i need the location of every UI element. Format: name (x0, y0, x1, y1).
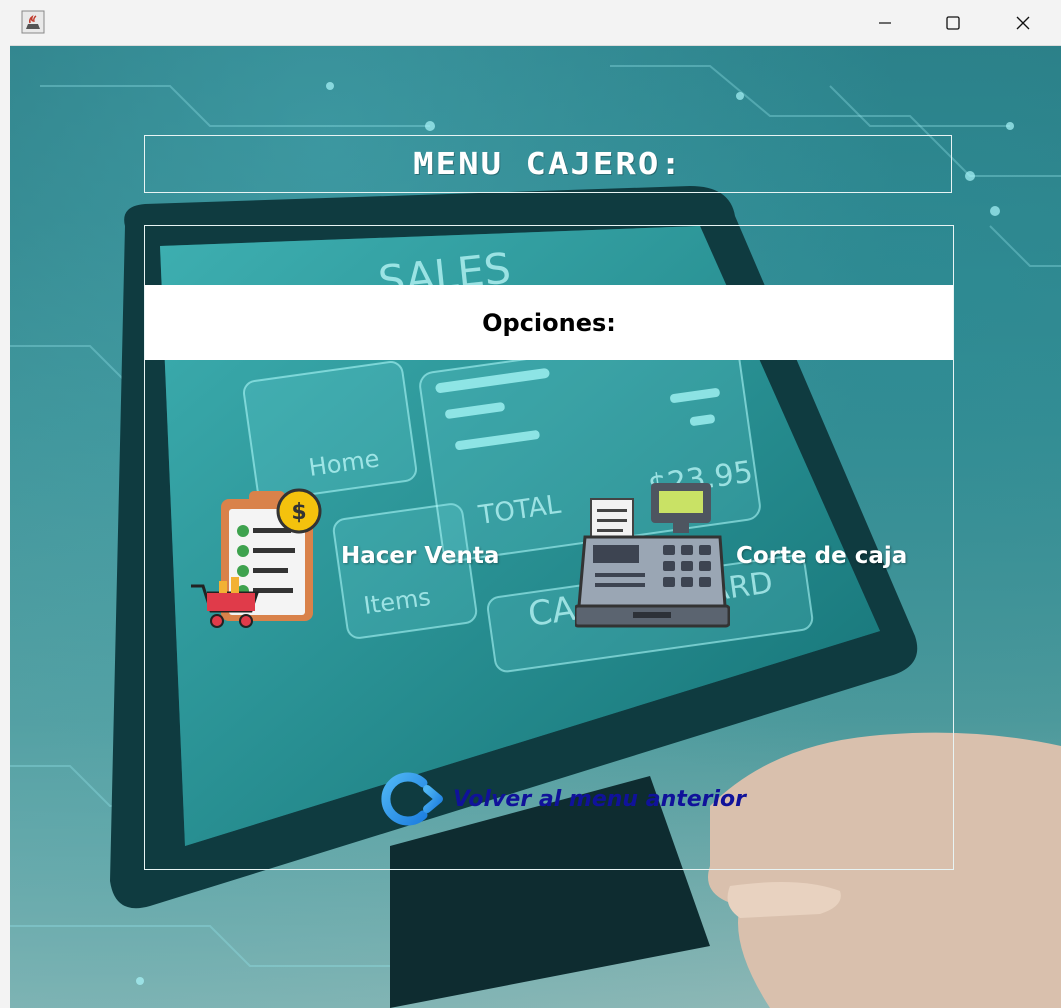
menu-title-panel: MENU CAJERO: (144, 135, 952, 193)
hacer-venta-label: Hacer Venta (341, 543, 500, 569)
minimize-button[interactable] (850, 0, 920, 45)
window-title-bar (10, 0, 1061, 46)
java-cup-icon (21, 10, 45, 34)
close-icon (1016, 16, 1030, 29)
corte-de-caja-button[interactable]: Corte de caja (575, 481, 907, 631)
window-left-edge (0, 0, 10, 1008)
svg-text:$: $ (291, 500, 306, 525)
options-heading: Opciones: (482, 308, 616, 337)
minimize-icon (879, 21, 891, 24)
cash-register-icon (575, 483, 730, 628)
maximize-icon (946, 15, 960, 30)
close-button[interactable] (988, 0, 1058, 45)
volver-menu-anterior-label: Volver al menu anterior (453, 786, 747, 812)
corte-de-caja-label: Corte de caja (736, 543, 908, 569)
logout-arrow-icon (381, 772, 443, 826)
options-panel: Opciones: $ Hacer Venta Corte de caja Vo… (144, 225, 954, 870)
page-title: MENU CAJERO: (413, 146, 683, 182)
volver-menu-anterior-button[interactable]: Volver al menu anterior (377, 771, 746, 827)
hacer-venta-button[interactable]: $ Hacer Venta (191, 481, 499, 631)
sales-checklist-cart-icon: $ (191, 488, 322, 628)
options-heading-bar: Opciones: (145, 285, 953, 360)
maximize-button[interactable] (918, 0, 988, 45)
